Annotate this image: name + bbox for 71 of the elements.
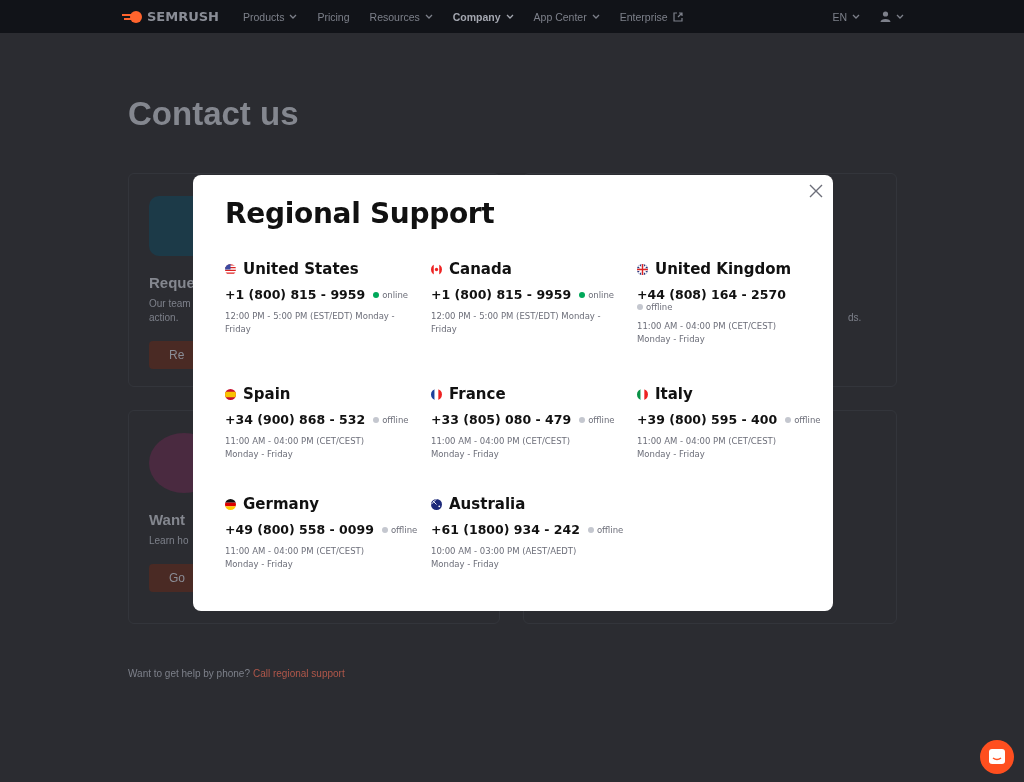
phone-number: +61 (1800) 934 - 242 [431,522,580,537]
caret-icon [852,14,860,19]
phone-number: +1 (800) 815 - 9959 [225,287,366,302]
card-heading: Reque [149,274,195,291]
card-text: action. [149,311,179,325]
country-name: Germany [243,495,320,513]
caret-icon [591,14,600,19]
phone-number: +34 (900) 868 - 532 [225,412,366,427]
flag-icon [431,498,442,510]
card-text: ds. [848,312,862,323]
nav-link[interactable]: Pricing [317,10,350,23]
nav-link[interactable]: App Center [533,10,600,23]
status-label: offline [596,524,624,535]
language-menu[interactable]: EN [832,10,860,23]
flag-icon [431,388,442,400]
semrush-logo[interactable]: SEMRUSH [122,9,219,24]
close-button[interactable] [808,183,824,199]
caret-icon [424,14,433,19]
modal-title: Regional Support [225,197,496,230]
flag-icon [225,263,236,275]
caret-icon [289,14,298,19]
regional-support-link[interactable]: Call regional support [252,668,345,679]
country-name: Spain [243,385,291,403]
flag-icon [225,388,236,400]
hours-text: 11:00 AM - 04:00 PM (CET/CEST) Monday - Friday [431,435,572,461]
card-text: Our team [149,297,191,311]
caret-icon [505,14,514,19]
country-name: Italy [655,385,693,403]
phone-number: +39 (800) 595 - 400 [637,412,778,427]
status-label: offline [390,524,418,535]
flag-icon [637,263,648,275]
nav-link[interactable]: Resources [369,10,433,23]
close-icon [809,184,823,198]
caret-icon [896,14,904,19]
nav-link[interactable]: Company [452,10,514,23]
status-label: online [588,289,615,300]
flag-icon [637,388,648,400]
country-name: United Kingdom [655,260,792,278]
external-link-icon [672,11,683,22]
phone-number: +44 (808) 164 - 2570 [637,287,786,302]
flag-icon [225,498,236,510]
phone-prompt: Want to get help by phone? [128,668,250,679]
hours-text: 12:00 PM - 5:00 PM (EST/EDT) Monday - Friday [431,310,602,336]
status-label: offline [588,414,615,425]
chat-icon [988,748,1006,766]
status-label: offline [794,414,821,425]
hours-text: 10:00 AM - 03:00 PM (AEST/AEDT) Monday - Friday [431,545,578,571]
status-label: online [382,289,409,300]
card-heading: Want [149,511,186,528]
country-name: Australia [449,495,526,513]
hours-text: 12:00 PM - 5:00 PM (EST/EDT) Monday - Friday [225,310,396,336]
hours-text: 11:00 AM - 04:00 PM (CET/CEST) Monday - Friday [225,545,366,571]
phone-number: +33 (805) 080 - 479 [431,412,572,427]
status-label: offline [382,414,409,425]
country-name: France [449,385,506,403]
hours-text: 11:00 AM - 04:00 PM (CET/CEST) Monday - Friday [637,435,778,461]
country-name: United States [243,260,359,278]
nav-link[interactable]: Products [243,10,298,23]
chat-button[interactable] [980,740,1014,774]
card-text: Learn ho [149,534,189,548]
hours-text: 11:00 AM - 04:00 PM (CET/CEST) Monday - Friday [637,320,778,346]
country-name: Canada [449,260,512,278]
phone-number: +1 (800) 815 - 9959 [431,287,572,302]
nav-link[interactable]: Enterprise [619,10,683,23]
account-menu[interactable] [880,11,904,22]
page-title: Contact us [128,95,300,133]
flag-icon [431,263,442,275]
phone-number: +49 (800) 558 - 0099 [225,522,374,537]
status-label: offline [646,302,673,312]
hours-text: 11:00 AM - 04:00 PM (CET/CEST) Monday - Friday [225,435,366,461]
user-icon [880,11,891,22]
